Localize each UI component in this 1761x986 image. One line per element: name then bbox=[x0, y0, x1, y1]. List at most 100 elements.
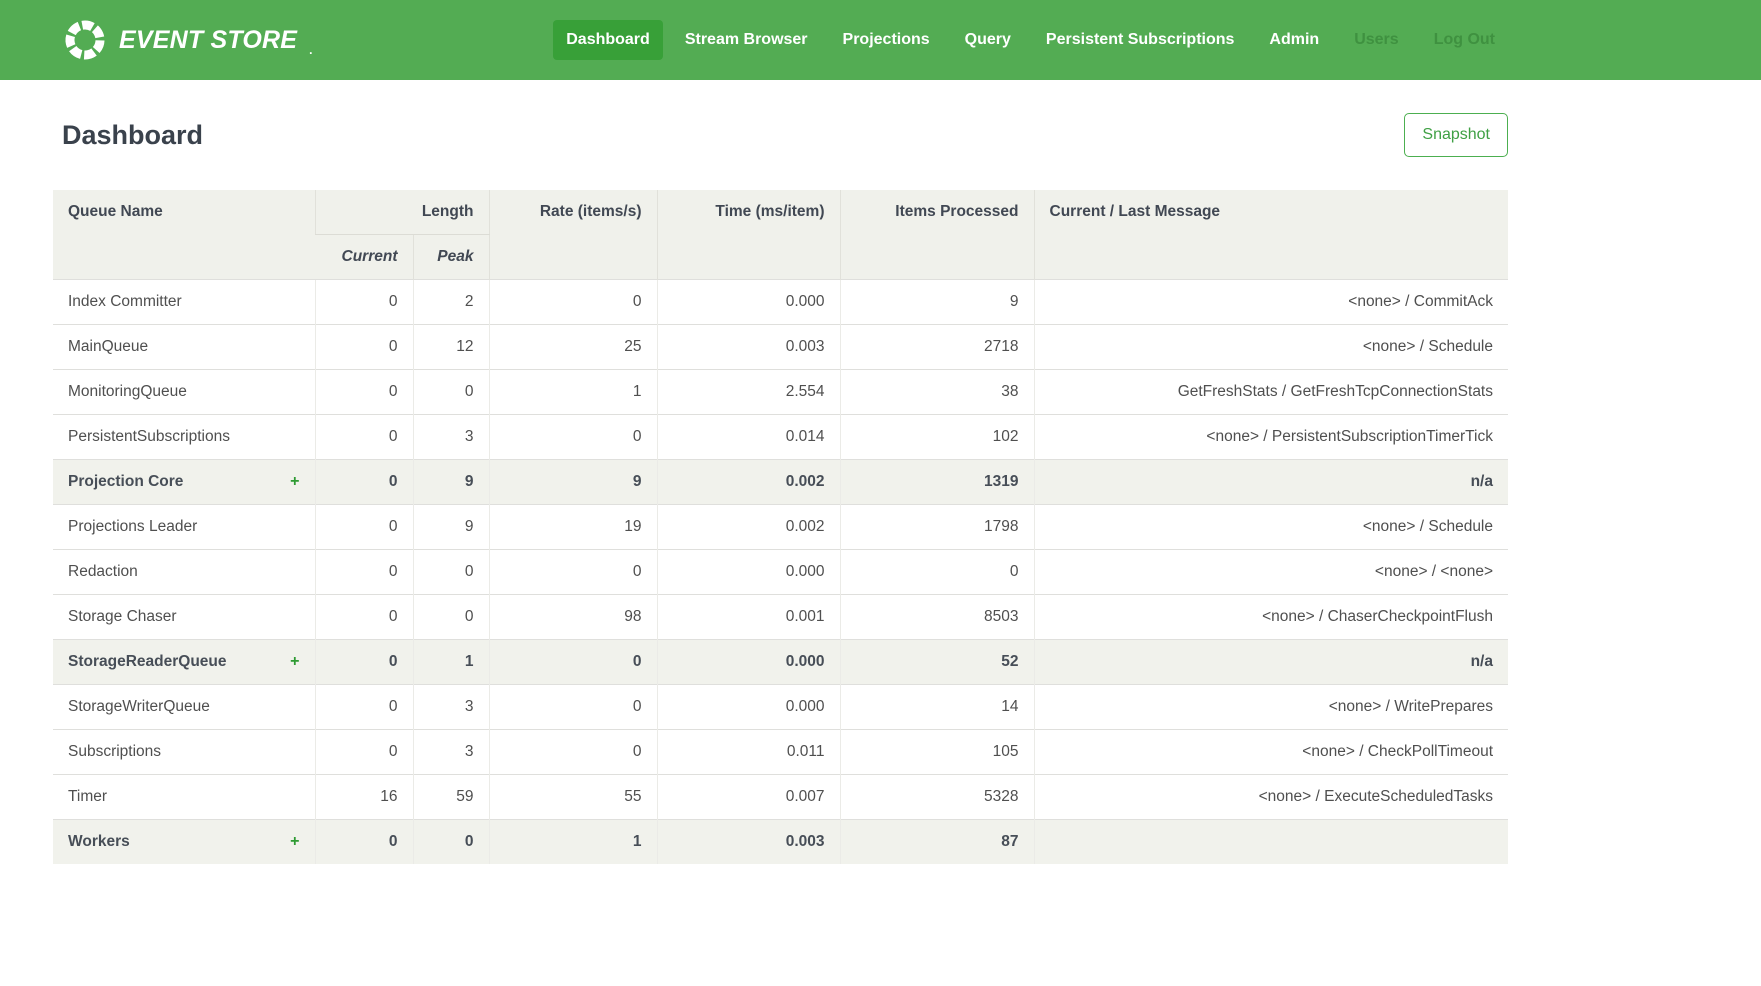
table-row: Storage Chaser00980.0018503<none> / Chas… bbox=[53, 594, 1508, 639]
page-content: Dashboard Snapshot Queue Name Length Rat… bbox=[53, 110, 1508, 864]
current-last-message-cell: n/a bbox=[1034, 459, 1508, 504]
queue-name: Index Committer bbox=[68, 293, 182, 310]
current-length-cell: 0 bbox=[315, 504, 413, 549]
current-last-message-cell: <none> / ChaserCheckpointFlush bbox=[1034, 594, 1508, 639]
peak-length-cell: 9 bbox=[413, 459, 489, 504]
peak-length-cell: 1 bbox=[413, 639, 489, 684]
time-cell: 0.001 bbox=[657, 594, 840, 639]
header-current-last-message: Current / Last Message bbox=[1034, 190, 1508, 279]
expand-plus-icon[interactable]: + bbox=[290, 653, 299, 671]
nav-item-dashboard[interactable]: Dashboard bbox=[553, 20, 663, 60]
nav-item-users[interactable]: Users bbox=[1341, 20, 1411, 60]
time-cell: 0.007 bbox=[657, 774, 840, 819]
queue-name-cell: Subscriptions bbox=[53, 729, 315, 774]
table-row: PersistentSubscriptions0300.014102<none>… bbox=[53, 414, 1508, 459]
nav-item-admin[interactable]: Admin bbox=[1256, 20, 1332, 60]
peak-length-cell: 0 bbox=[413, 819, 489, 864]
time-cell: 0.003 bbox=[657, 324, 840, 369]
items-processed-cell: 1319 bbox=[840, 459, 1034, 504]
table-row: StorageWriterQueue0300.00014<none> / Wri… bbox=[53, 684, 1508, 729]
queue-name-cell: Index Committer bbox=[53, 279, 315, 324]
queue-name: Subscriptions bbox=[68, 743, 161, 760]
current-last-message-cell bbox=[1034, 819, 1508, 864]
nav-item-log-out[interactable]: Log Out bbox=[1421, 20, 1508, 60]
main-nav: Dashboard Stream Browser Projections Que… bbox=[553, 20, 1508, 60]
rate-cell: 0 bbox=[489, 279, 657, 324]
brand-logo[interactable]: EVENT STORE. bbox=[62, 17, 313, 63]
top-navigation-bar: EVENT STORE. Dashboard Stream Browser Pr… bbox=[0, 0, 1761, 80]
time-cell: 0.003 bbox=[657, 819, 840, 864]
rate-cell: 0 bbox=[489, 729, 657, 774]
current-length-cell: 0 bbox=[315, 684, 413, 729]
queues-table-head: Queue Name Length Rate (items/s) Time (m… bbox=[53, 190, 1508, 279]
nav-item-persistent-subscriptions[interactable]: Persistent Subscriptions bbox=[1033, 20, 1248, 60]
peak-length-cell: 3 bbox=[413, 414, 489, 459]
rate-cell: 55 bbox=[489, 774, 657, 819]
expand-plus-icon[interactable]: + bbox=[290, 473, 299, 491]
nav-item-stream-browser[interactable]: Stream Browser bbox=[672, 20, 821, 60]
page-title: Dashboard bbox=[62, 120, 203, 151]
snapshot-button[interactable]: Snapshot bbox=[1404, 113, 1508, 157]
table-row: Projections Leader09190.0021798<none> / … bbox=[53, 504, 1508, 549]
table-row: Timer1659550.0075328<none> / ExecuteSche… bbox=[53, 774, 1508, 819]
peak-length-cell: 9 bbox=[413, 504, 489, 549]
time-cell: 0.000 bbox=[657, 279, 840, 324]
queue-name: Workers bbox=[68, 833, 130, 850]
items-processed-cell: 2718 bbox=[840, 324, 1034, 369]
time-cell: 0.014 bbox=[657, 414, 840, 459]
peak-length-cell: 0 bbox=[413, 549, 489, 594]
items-processed-cell: 87 bbox=[840, 819, 1034, 864]
items-processed-cell: 52 bbox=[840, 639, 1034, 684]
rate-cell: 0 bbox=[489, 549, 657, 594]
queue-name-cell: StorageReaderQueue+ bbox=[53, 639, 315, 684]
header-current: Current bbox=[315, 234, 413, 279]
queue-name-cell: Redaction bbox=[53, 549, 315, 594]
current-length-cell: 0 bbox=[315, 639, 413, 684]
queue-name-cell: Workers + bbox=[53, 819, 315, 864]
header-length: Length bbox=[315, 190, 489, 234]
time-cell: 0.000 bbox=[657, 639, 840, 684]
queue-name: PersistentSubscriptions bbox=[68, 428, 230, 445]
nav-item-projections[interactable]: Projections bbox=[830, 20, 943, 60]
queue-name-cell: MainQueue bbox=[53, 324, 315, 369]
peak-length-cell: 3 bbox=[413, 729, 489, 774]
queue-name: Timer bbox=[68, 788, 107, 805]
header-peak: Peak bbox=[413, 234, 489, 279]
queue-name-cell: StorageWriterQueue bbox=[53, 684, 315, 729]
queue-name: Projection Core bbox=[68, 473, 183, 490]
queues-table: Queue Name Length Rate (items/s) Time (m… bbox=[53, 190, 1508, 864]
peak-length-cell: 12 bbox=[413, 324, 489, 369]
current-length-cell: 0 bbox=[315, 414, 413, 459]
rate-cell: 1 bbox=[489, 369, 657, 414]
queue-name: MainQueue bbox=[68, 338, 148, 355]
current-last-message-cell: <none> / PersistentSubscriptionTimerTick bbox=[1034, 414, 1508, 459]
current-length-cell: 0 bbox=[315, 369, 413, 414]
queue-name-cell: Timer bbox=[53, 774, 315, 819]
time-cell: 0.000 bbox=[657, 684, 840, 729]
queue-name-cell: Storage Chaser bbox=[53, 594, 315, 639]
rate-cell: 1 bbox=[489, 819, 657, 864]
current-last-message-cell: <none> / ExecuteScheduledTasks bbox=[1034, 774, 1508, 819]
queue-name-cell: PersistentSubscriptions bbox=[53, 414, 315, 459]
current-last-message-cell: GetFreshStats / GetFreshTcpConnectionSta… bbox=[1034, 369, 1508, 414]
queue-name-cell: MonitoringQueue bbox=[53, 369, 315, 414]
current-last-message-cell: <none> / CommitAck bbox=[1034, 279, 1508, 324]
current-last-message-cell: <none> / CheckPollTimeout bbox=[1034, 729, 1508, 774]
nav-item-query[interactable]: Query bbox=[952, 20, 1024, 60]
items-processed-cell: 38 bbox=[840, 369, 1034, 414]
table-row: StorageReaderQueue+0100.00052n/a bbox=[53, 639, 1508, 684]
rate-cell: 0 bbox=[489, 684, 657, 729]
time-cell: 0.000 bbox=[657, 549, 840, 594]
time-cell: 0.002 bbox=[657, 459, 840, 504]
current-last-message-cell: <none> / Schedule bbox=[1034, 504, 1508, 549]
current-length-cell: 0 bbox=[315, 549, 413, 594]
items-processed-cell: 8503 bbox=[840, 594, 1034, 639]
queue-name: StorageWriterQueue bbox=[68, 698, 210, 715]
current-last-message-cell: n/a bbox=[1034, 639, 1508, 684]
current-length-cell: 0 bbox=[315, 594, 413, 639]
items-processed-cell: 102 bbox=[840, 414, 1034, 459]
brand-logo-text: EVENT STORE bbox=[119, 26, 297, 55]
table-row: MainQueue012250.0032718<none> / Schedule bbox=[53, 324, 1508, 369]
peak-length-cell: 0 bbox=[413, 369, 489, 414]
expand-plus-icon[interactable]: + bbox=[290, 833, 299, 851]
